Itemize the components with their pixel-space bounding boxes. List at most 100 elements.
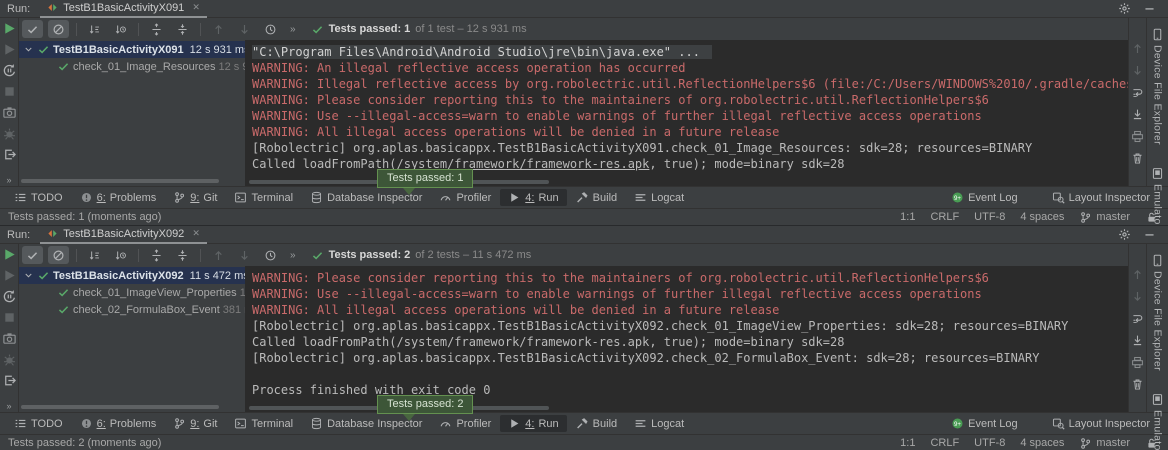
stop-button[interactable] [2,310,17,325]
test-case-row[interactable]: check_01_ImageView_Properties 11 s 91 ms [19,284,245,301]
tool-button-emulator[interactable]: Emulator [1151,393,1164,450]
tree-horizontal-scrollbar[interactable] [21,405,219,409]
more-toolbar-icon[interactable]: » [290,24,296,35]
next-occurrence-button[interactable] [1131,64,1144,77]
rerun-failed-tests-button[interactable] [2,268,17,283]
screen-record-button[interactable] [2,352,17,367]
screen-record-button[interactable] [2,126,17,141]
tooltip-content: Tests passed: 1 [377,169,473,188]
console-line: WARNING: Use --illegal-access=warn to en… [252,108,1128,124]
test-history-button[interactable] [260,246,281,264]
file-encoding[interactable]: UTF-8 [974,437,1005,449]
more-toolbar-icon[interactable]: » [290,250,296,261]
screenshot-button[interactable] [2,105,17,120]
soft-wrap-button[interactable] [1131,312,1144,325]
rerun-failed-tests-button[interactable] [2,42,17,57]
next-failed-test-button[interactable] [234,20,255,38]
caret-position[interactable]: 1:1 [900,211,915,223]
statusbar-item[interactable]: 6: Problems [72,189,165,206]
settings-gear-icon[interactable] [1118,228,1131,241]
previous-occurrence-button[interactable] [1131,268,1144,281]
scroll-to-end-button[interactable] [1131,108,1144,121]
close-tab-icon[interactable]: ✕ [192,228,200,239]
caret-position[interactable]: 1:1 [900,437,915,449]
rerun-tests-button[interactable] [2,247,17,262]
settings-gear-icon[interactable] [1118,2,1131,15]
statusbar-item[interactable]: Build [568,189,625,206]
scroll-to-end-button[interactable] [1131,334,1144,347]
statusbar-item[interactable]: 6: Problems [72,415,165,432]
statusbar-item[interactable]: Build [568,415,625,432]
sort-by-duration-button[interactable] [110,246,131,264]
more-actions-icon[interactable]: » [6,175,11,185]
soft-wrap-button[interactable] [1131,86,1144,99]
toggle-auto-test-button[interactable] [2,289,17,304]
statusbar-item[interactable]: 9+ Event Log [943,415,1026,432]
clear-all-button[interactable] [1131,378,1144,391]
screenshot-button[interactable] [2,331,17,346]
tree-horizontal-scrollbar[interactable] [21,179,219,183]
git-branch-widget[interactable]: master [1079,437,1130,450]
line-separator[interactable]: CRLF [930,211,959,223]
tool-button-device-file-explorer[interactable]: Device File Explorer [1151,28,1164,145]
more-actions-icon[interactable]: » [6,401,11,411]
close-tab-icon[interactable]: ✕ [192,2,200,13]
file-encoding[interactable]: UTF-8 [974,211,1005,223]
statusbar-item[interactable]: 9+ Event Log [943,189,1026,206]
collapse-all-button[interactable] [172,20,193,38]
statusbar-item[interactable]: Terminal [226,415,301,432]
previous-failed-test-button[interactable] [208,20,229,38]
print-button[interactable] [1131,356,1144,369]
previous-occurrence-button[interactable] [1131,42,1144,55]
statusbar-item[interactable]: 9: Git [165,415,225,432]
sort-alphabetically-button[interactable] [84,246,105,264]
statusbar-item[interactable]: 9: Git [165,189,225,206]
expand-all-button[interactable] [146,20,167,38]
tool-button-emulator[interactable]: Emulator [1151,167,1164,225]
statusbar-item[interactable]: Logcat [626,189,692,206]
hide-window-icon[interactable] [1143,2,1156,15]
sort-by-duration-button[interactable] [110,20,131,38]
indent-setting[interactable]: 4 spaces [1020,437,1064,449]
statusbar-item[interactable]: Terminal [226,189,301,206]
statusbar-item[interactable]: TODO [6,189,71,206]
statusbar-item[interactable]: Layout Inspector [1044,189,1158,206]
run-tab[interactable]: TestB1BasicActivityX091 ✕ [40,0,207,18]
clear-all-button[interactable] [1131,152,1144,165]
sort-alphabetically-button[interactable] [84,20,105,38]
statusbar-item[interactable]: Layout Inspector [1044,415,1158,432]
expand-all-button[interactable] [146,246,167,264]
previous-failed-test-button[interactable] [208,246,229,264]
import-tests-button[interactable] [2,147,17,162]
next-failed-test-button[interactable] [234,246,255,264]
rerun-tests-button[interactable] [2,21,17,36]
show-ignored-button[interactable] [48,246,69,264]
chevron-down-icon[interactable] [23,44,34,55]
toggle-auto-test-button[interactable] [2,63,17,78]
print-button[interactable] [1131,130,1144,143]
statusbar-item[interactable]: 4: Run [500,189,566,206]
statusbar-item[interactable]: TODO [6,415,71,432]
show-passed-button[interactable] [22,20,43,38]
run-tab[interactable]: TestB1BasicActivityX092 ✕ [40,226,207,244]
git-branch-widget[interactable]: master [1079,211,1130,224]
indent-setting[interactable]: 4 spaces [1020,211,1064,223]
next-occurrence-button[interactable] [1131,290,1144,303]
line-separator[interactable]: CRLF [930,437,959,449]
stop-button[interactable] [2,84,17,99]
show-passed-button[interactable] [22,246,43,264]
hide-window-icon[interactable] [1143,228,1156,241]
collapse-all-button[interactable] [172,246,193,264]
test-suite-row[interactable]: TestB1BasicActivityX092 (org.aplas.t 11 … [19,267,245,284]
test-suite-row[interactable]: TestB1BasicActivityX091 (org.aplas.t 12 … [19,41,245,58]
import-tests-button[interactable] [2,373,17,388]
statusbar-item[interactable]: 4: Run [500,415,566,432]
test-case-row[interactable]: check_01_Image_Resources 12 s 931 ms [19,58,245,75]
test-case-row[interactable]: check_02_FormulaBox_Event 381 ms [19,301,245,318]
test-history-button[interactable] [260,20,281,38]
chevron-down-icon[interactable] [23,270,34,281]
git-branch-icon [1079,437,1092,450]
show-ignored-button[interactable] [48,20,69,38]
tool-button-device-file-explorer[interactable]: Device File Explorer [1151,254,1164,371]
statusbar-item[interactable]: Logcat [626,415,692,432]
